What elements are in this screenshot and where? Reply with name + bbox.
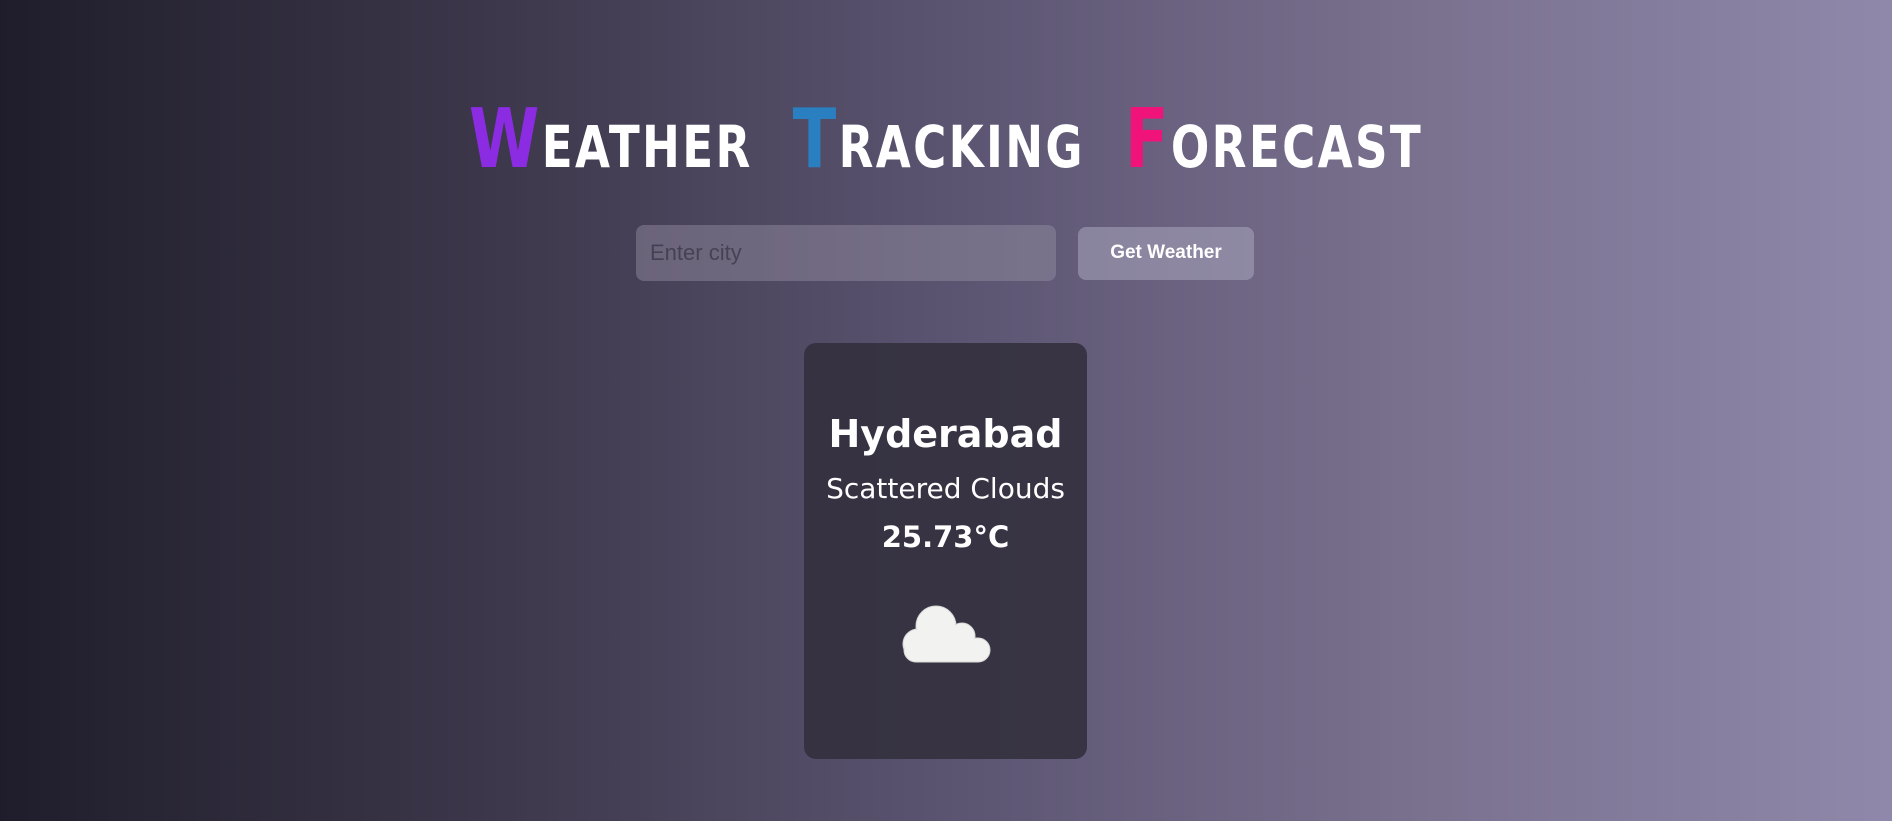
title-cap-t: T xyxy=(792,91,839,187)
title-cap-f: F xyxy=(1124,91,1171,187)
title-word-weather: WEATHER xyxy=(469,98,753,181)
page-title: WEATHER TRACKING FORECAST xyxy=(208,98,1684,181)
cloud-icon xyxy=(898,602,994,666)
title-word-forecast: FORECAST xyxy=(1125,98,1424,181)
city-input[interactable] xyxy=(636,225,1056,281)
title-cap-w: W xyxy=(468,91,542,187)
title-rest-tracking: RACKING xyxy=(838,112,1085,181)
temperature: 25.73°C xyxy=(881,520,1010,554)
title-rest-weather: EATHER xyxy=(541,112,753,181)
title-word-tracking: TRACKING xyxy=(793,98,1085,181)
weather-card: Hyderabad Scattered Clouds 25.73°C xyxy=(804,343,1087,759)
weather-description: Scattered Clouds xyxy=(826,472,1065,505)
city-name: Hyderabad xyxy=(828,412,1063,456)
title-rest-forecast: ORECAST xyxy=(1170,112,1424,181)
get-weather-button[interactable]: Get Weather xyxy=(1078,226,1254,280)
search-bar: Get Weather xyxy=(636,225,1254,281)
